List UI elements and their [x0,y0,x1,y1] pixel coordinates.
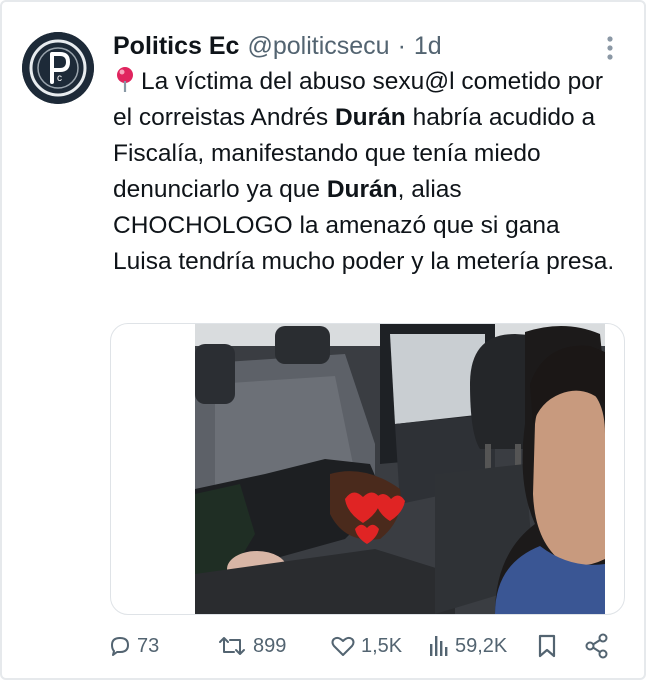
share-icon [585,633,608,659]
tweet-photo [195,324,605,614]
reply-icon [111,637,129,656]
like-count: 1,5K [361,634,403,657]
more-options-button[interactable] [604,34,616,62]
action-bar: 73 899 1,5K 59,2K [108,626,623,666]
views-button[interactable]: 59,2K [428,626,507,666]
separator-dot: · [397,32,406,60]
share-button[interactable] [584,626,610,666]
reply-count: 73 [137,634,160,657]
tweet-text: La víctima del abuso sexu@l cometido por… [113,64,623,280]
author-name[interactable]: Politics Ec [113,32,239,61]
repost-count: 899 [253,634,287,657]
repost-icon [219,637,245,655]
bookmark-icon [538,634,556,658]
avatar-logo-icon: c [22,32,94,104]
svg-text:c: c [57,73,62,84]
round-pushpin-icon [117,67,133,92]
like-button[interactable]: 1,5K [330,626,402,666]
tweet-text-bold-1: Durán [334,104,406,131]
views-count: 59,2K [455,634,508,657]
reply-button[interactable]: 73 [108,626,159,666]
author-handle[interactable]: @politicsecu [247,32,389,61]
tweet-text-bold-2: Durán [326,176,398,203]
tweet-media[interactable] [110,323,625,615]
timestamp[interactable]: 1d [414,32,442,61]
tweet-header: Politics Ec @politicsecu · 1d [113,32,606,62]
more-vertical-icon [607,36,613,60]
avatar[interactable]: c [22,32,94,104]
repost-button[interactable]: 899 [216,626,286,666]
analytics-icon [430,636,448,656]
bookmark-button[interactable] [536,626,558,666]
heart-icon [331,636,355,656]
